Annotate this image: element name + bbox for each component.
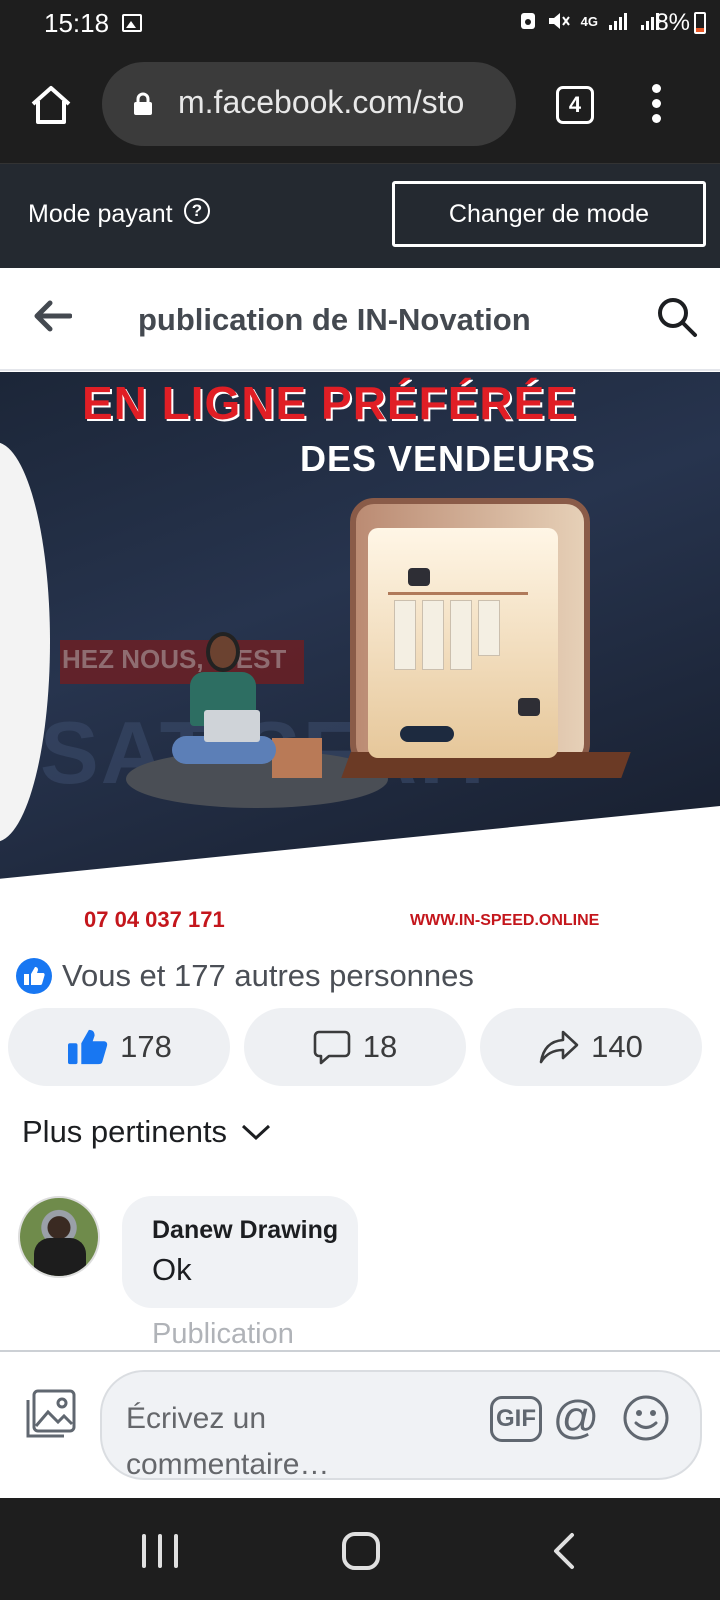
- thumbs-up-icon: [68, 1029, 108, 1065]
- data-mode-bar: Mode payant ? Changer de mode: [0, 164, 720, 268]
- battery-icon: [694, 12, 706, 34]
- comment-icon: [313, 1030, 351, 1065]
- image-website: WWW.IN-SPEED.ONLINE: [410, 912, 600, 929]
- person-with-laptop-illustration: [172, 632, 276, 772]
- network-type: 4G: [580, 13, 598, 29]
- battery-percentage: 8%: [655, 9, 690, 36]
- help-icon[interactable]: ?: [184, 198, 210, 224]
- change-mode-button[interactable]: Changer de mode: [392, 181, 706, 247]
- post-image[interactable]: HEZ NOUS, C'EST SATISFAIT EN LIGNE PRÉFÉ…: [0, 372, 720, 946]
- page-title: publication de IN-Novation: [138, 302, 531, 337]
- reaction-summary[interactable]: Vous et 177 autres personnes: [16, 956, 474, 996]
- like-button[interactable]: 178: [8, 1008, 230, 1086]
- reaction-summary-text: Vous et 177 autres personnes: [62, 958, 474, 993]
- chevron-down-icon: [242, 1124, 271, 1141]
- comment-meta: Publication: [152, 1318, 294, 1348]
- sort-label: Plus pertinents: [22, 1114, 228, 1149]
- back-arrow-icon[interactable]: [32, 298, 72, 334]
- emoji-icon[interactable]: [622, 1394, 670, 1442]
- like-count: 178: [120, 1029, 172, 1064]
- photo-icon[interactable]: [24, 1388, 78, 1440]
- recent-apps-icon[interactable]: [142, 1534, 178, 1568]
- more-options-icon[interactable]: [650, 84, 662, 126]
- gallery-icon: [122, 14, 142, 32]
- status-icons: 4G: [519, 10, 662, 32]
- gif-button[interactable]: GIF: [490, 1396, 542, 1442]
- comment-bubble[interactable]: Danew Drawing Ok: [122, 1196, 358, 1308]
- share-button[interactable]: 140: [480, 1008, 702, 1086]
- home-icon[interactable]: [28, 82, 74, 128]
- comment-sort-dropdown[interactable]: Plus pertinents: [22, 1114, 271, 1150]
- back-icon[interactable]: [548, 1532, 578, 1570]
- signal-icon: [609, 13, 627, 30]
- system-navigation-bar: [0, 1498, 720, 1600]
- boxes-illustration: [272, 738, 322, 778]
- page-header: publication de IN-Novation: [0, 268, 720, 371]
- browser-toolbar: m.facebook.com/sto 4: [0, 46, 720, 164]
- like-badge-icon: [16, 958, 52, 994]
- status-time: 15:18: [44, 8, 110, 38]
- phone-store-illustration: [341, 498, 631, 778]
- share-count: 140: [591, 1029, 643, 1064]
- comment-item: Danew Drawing Ok Publication: [18, 1196, 718, 1348]
- share-icon: [539, 1030, 579, 1064]
- comment-input[interactable]: Écrivez un commentaire… GIF @: [100, 1370, 702, 1481]
- comment-count: 18: [362, 1029, 398, 1064]
- comment-button[interactable]: 18: [244, 1008, 466, 1086]
- search-icon[interactable]: [656, 296, 698, 338]
- status-bar: 15:18 4G 8%: [0, 0, 720, 46]
- image-phone-number: 07 04 037 171: [84, 907, 225, 932]
- post-actions: 178 18 140: [8, 1008, 712, 1086]
- comment-text: Ok: [152, 1252, 192, 1287]
- lock-icon: [134, 92, 152, 115]
- address-bar[interactable]: m.facebook.com/sto: [102, 62, 516, 146]
- mention-button[interactable]: @: [550, 1392, 602, 1444]
- avatar[interactable]: [18, 1196, 100, 1278]
- mode-label: Mode payant: [28, 200, 173, 228]
- comment-composer: Écrivez un commentaire… GIF @: [0, 1350, 720, 1498]
- url-text: m.facebook.com/sto: [178, 84, 465, 120]
- image-subheadline: DES VENDEURS: [300, 438, 597, 479]
- comment-author[interactable]: Danew Drawing: [152, 1216, 338, 1245]
- comment-placeholder: Écrivez un commentaire…: [126, 1402, 330, 1481]
- image-headline: EN LIGNE PRÉFÉRÉE: [82, 377, 577, 429]
- home-button-icon[interactable]: [342, 1532, 380, 1570]
- recycle-icon: [520, 13, 535, 29]
- mute-icon: [548, 13, 570, 29]
- tabs-button[interactable]: 4: [556, 86, 594, 124]
